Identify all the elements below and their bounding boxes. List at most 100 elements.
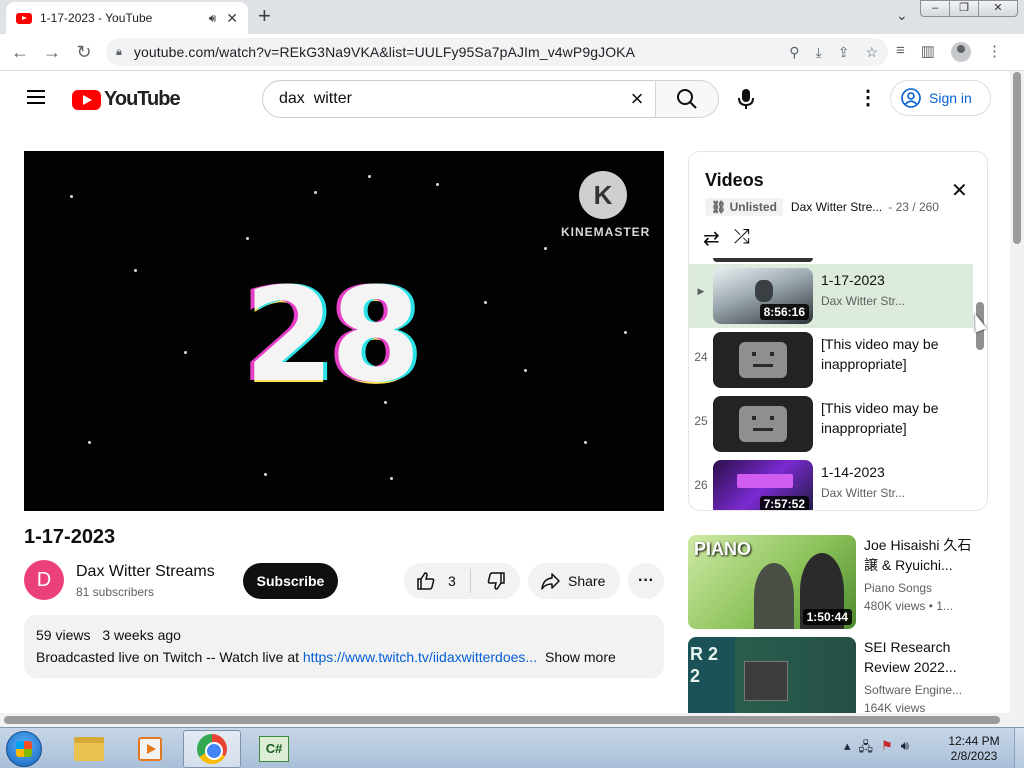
action-center-icon[interactable]: ⚑ [881, 738, 893, 760]
tab-title: 1-17-2023 - YouTube [40, 11, 153, 25]
taskbar-chrome[interactable] [183, 730, 241, 768]
playlist-item[interactable]: 26 7:57:52 1-14-2023 Dax Witter Str... [689, 456, 973, 510]
system-clock[interactable]: 12:44 PM 2/8/2023 [942, 734, 1006, 764]
chrome-menu-icon[interactable]: ⋮ [987, 42, 1002, 62]
like-dislike-group: 3 [404, 563, 520, 599]
playlist-title[interactable]: Videos [705, 170, 764, 191]
profile-icon[interactable] [950, 42, 971, 62]
sparkle [390, 477, 393, 480]
description-line: Broadcasted live on Twitch -- Watch live… [36, 649, 652, 665]
search-input[interactable]: dax witter × [262, 80, 656, 118]
sparkle [368, 175, 371, 178]
loop-icon[interactable]: ⇄ [703, 226, 720, 251]
browser-tab[interactable]: 1-17-2023 - YouTube 🔊︎ ✕ [6, 2, 248, 34]
close-playlist-icon[interactable]: ✕ [951, 178, 968, 203]
playlist-thumbnail[interactable]: 8:56:16 [713, 268, 813, 324]
view-count: 59 views [36, 627, 91, 643]
reload-icon[interactable]: ↻ [68, 42, 100, 63]
channel-avatar[interactable]: D [24, 560, 64, 600]
minimize-button[interactable]: – [920, 0, 950, 17]
lock-icon[interactable]: 🔒︎ [116, 46, 122, 59]
folder-icon [74, 737, 104, 761]
playlist-thumbnail[interactable] [713, 396, 813, 452]
dislike-button[interactable] [476, 563, 516, 599]
menu-hamburger-icon[interactable] [27, 90, 45, 104]
playlist-item-title[interactable]: [This video may be inappropriate] [821, 334, 961, 374]
description-box[interactable]: 59 views 3 weeks ago Broadcasted live on… [24, 615, 664, 678]
video-duration: 1:50:44 [802, 609, 852, 625]
like-button[interactable]: 3 [404, 563, 470, 599]
recommended-video[interactable]: PIANO 1:50:44 Joe Hisaishi 久石 譲 & Ryuich… [688, 535, 988, 629]
forward-arrow-icon[interactable]: → [36, 42, 68, 63]
show-more-button[interactable]: Show more [545, 649, 616, 665]
recommended-channel[interactable]: Software Engine... [864, 683, 962, 697]
sparkle [246, 237, 249, 240]
search-query[interactable]: dax witter [279, 90, 619, 108]
recommended-thumbnail[interactable]: R 2 2 [688, 637, 856, 713]
youtube-logo[interactable]: YouTube [72, 88, 181, 111]
speaker-icon[interactable]: 🔊︎ [209, 11, 217, 26]
description-text: Broadcasted live on Twitch -- Watch live… [36, 649, 299, 665]
playlist-item[interactable]: 25 [This video may be inappropriate] [689, 392, 973, 456]
playlist-item-title[interactable]: 1-17-2023 [821, 270, 961, 290]
close-tab-icon[interactable]: ✕ [226, 10, 238, 27]
recommended-channel[interactable]: Piano Songs [864, 581, 932, 595]
sparkle [524, 369, 527, 372]
clear-search-icon[interactable]: × [619, 86, 655, 112]
playlist-item-title[interactable]: [This video may be inappropriate] [821, 398, 961, 438]
tray-expand-icon[interactable]: ▴ [844, 738, 851, 760]
close-window-button[interactable]: ✕ [978, 0, 1018, 17]
show-desktop-button[interactable] [1014, 728, 1024, 768]
chrome-icon [197, 734, 227, 764]
playlist-item-title[interactable]: 1-14-2023 [821, 462, 961, 482]
restore-button[interactable]: ❐ [949, 0, 979, 17]
horizontal-scrollbar-thumb[interactable] [4, 716, 1000, 724]
youtube-favicon-icon [16, 12, 32, 24]
sign-in-button[interactable]: Sign in [890, 80, 991, 116]
start-button[interactable] [6, 731, 42, 767]
side-panel-icon[interactable]: ▥ [921, 42, 935, 62]
playlist-channel[interactable]: Dax Witter Stre... [791, 200, 882, 214]
volume-icon[interactable]: 🔊︎ [901, 738, 909, 760]
settings-more-icon[interactable]: ⋮ [858, 88, 878, 108]
tab-search-chevron-icon[interactable]: ⌄ [896, 7, 908, 24]
share-button[interactable]: Share [528, 563, 620, 599]
url-text[interactable]: youtube.com/watch?v=REkG3Na9VKA&list=UUL… [134, 44, 773, 60]
taskbar-csharp[interactable]: C# [245, 730, 303, 768]
video-player[interactable]: 28 K KINEMASTER [24, 151, 664, 511]
back-arrow-icon[interactable]: ← [4, 42, 36, 63]
recommended-thumbnail[interactable]: PIANO 1:50:44 [688, 535, 856, 629]
zoom-icon[interactable]: ⚲ [789, 44, 799, 61]
install-icon[interactable]: ⤓ [816, 44, 822, 61]
page-scrollbar-thumb[interactable] [1013, 72, 1021, 244]
playlist-item-channel: Dax Witter Str... [821, 294, 906, 308]
subscriber-count: 81 subscribers [76, 585, 155, 599]
playlist-item[interactable]: 24 [This video may be inappropriate] [689, 328, 973, 392]
taskbar-explorer[interactable] [60, 730, 118, 768]
channel-name[interactable]: Dax Witter Streams [76, 563, 222, 581]
bookmark-star-icon[interactable]: ☆ [865, 44, 878, 61]
more-actions-icon[interactable]: ··· [628, 563, 664, 599]
recommended-video[interactable]: R 2 2 SEI Research Review 2022... Softwa… [688, 637, 988, 713]
microphone-icon[interactable] [736, 88, 756, 110]
search-icon [677, 89, 697, 109]
playlist-item-number: 24 [694, 350, 708, 364]
shuffle-icon[interactable]: ⤮ [734, 226, 750, 251]
playlist-item[interactable]: ▶ 8:56:16 1-17-2023 Dax Witter Str... [689, 264, 973, 328]
media-controls-icon[interactable]: ≡ [896, 42, 905, 62]
recommended-title[interactable]: Joe Hisaishi 久石 譲 & Ryuichi... [864, 535, 974, 575]
network-icon[interactable]: 🖧︎ [859, 738, 874, 760]
taskbar-media-player[interactable] [121, 730, 179, 768]
description-link[interactable]: https://www.twitch.tv/iidaxwitterdoes... [303, 649, 537, 665]
new-tab-icon[interactable]: + [258, 4, 271, 28]
video-duration: 8:56:16 [759, 304, 809, 320]
browser-tabstrip: 1-17-2023 - YouTube 🔊︎ ✕ + ⌄ – ❐ ✕ [0, 0, 1024, 34]
playlist-thumbnail[interactable]: 7:57:52 [713, 460, 813, 510]
address-bar[interactable]: 🔒︎ youtube.com/watch?v=REkG3Na9VKA&list=… [106, 38, 888, 66]
share-page-icon[interactable]: ⇪ [838, 44, 850, 61]
playlist-thumbnail[interactable] [713, 332, 813, 388]
search-button[interactable] [655, 80, 719, 118]
recommended-title[interactable]: SEI Research Review 2022... [864, 637, 974, 677]
logo-text: YouTube [104, 88, 181, 110]
subscribe-button[interactable]: Subscribe [243, 563, 338, 599]
